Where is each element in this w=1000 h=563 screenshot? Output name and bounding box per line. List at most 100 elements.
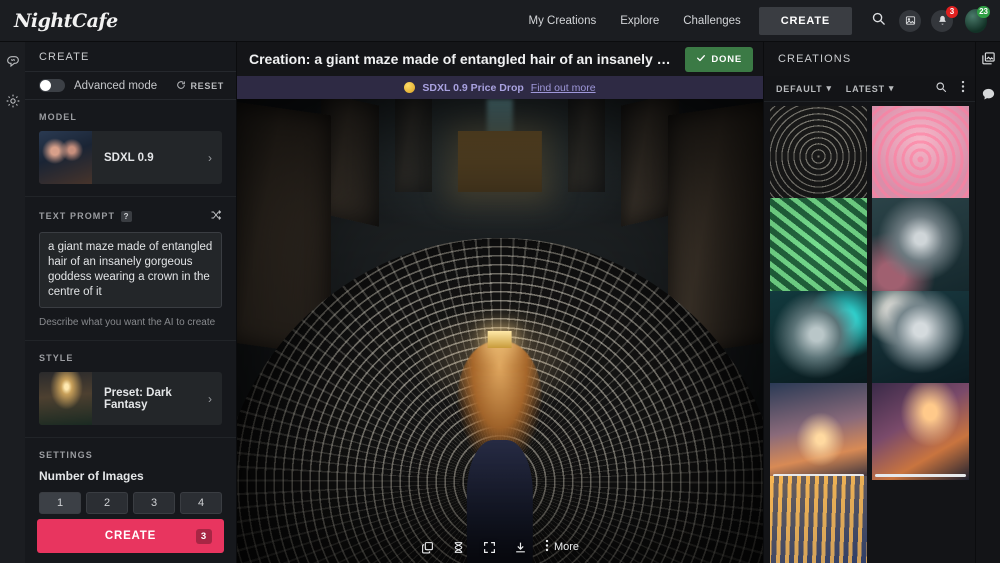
creation-thumbnail[interactable] bbox=[770, 475, 867, 563]
sort-dropdown[interactable]: LATEST ▾ bbox=[846, 83, 894, 94]
help-icon[interactable]: ? bbox=[121, 210, 133, 222]
nav-explore[interactable]: Explore bbox=[608, 15, 671, 27]
gallery-button[interactable] bbox=[897, 8, 923, 34]
creations-panel: CREATIONS DEFAULT ▾ LATEST ▾ bbox=[763, 42, 975, 563]
advanced-mode-label: Advanced mode bbox=[74, 79, 158, 92]
generated-artwork bbox=[237, 99, 763, 563]
app-logo[interactable]: NightCafe bbox=[14, 10, 118, 32]
check-icon bbox=[696, 53, 706, 66]
search-button[interactable] bbox=[865, 8, 891, 34]
reset-button[interactable]: RESET bbox=[176, 80, 224, 92]
notifications-button[interactable]: 3 bbox=[929, 5, 958, 34]
chat-bubble-icon[interactable] bbox=[981, 87, 996, 107]
top-bar: NightCafe My Creations Explore Challenge… bbox=[0, 0, 1000, 42]
page-title: Creation: a giant maze made of entangled… bbox=[249, 51, 676, 67]
text-prompt-input[interactable]: a giant maze made of entangled hair of a… bbox=[39, 232, 222, 308]
style-value: Preset: Dark Fantasy bbox=[104, 386, 172, 411]
creation-thumbnail[interactable] bbox=[770, 290, 867, 388]
creation-thumbnail[interactable] bbox=[770, 198, 867, 296]
search-icon bbox=[935, 80, 947, 97]
toolbar-fullscreen[interactable] bbox=[483, 541, 496, 554]
number-option[interactable]: 4 bbox=[180, 492, 222, 514]
creation-thumbnail[interactable] bbox=[770, 106, 867, 203]
creation-thumbnail[interactable] bbox=[872, 198, 969, 296]
search-icon bbox=[871, 11, 886, 31]
style-section: STYLE Preset: Dark Fantasy › bbox=[25, 341, 236, 438]
text-prompt-section: TEXT PROMPT ? a giant maze made of entan… bbox=[25, 197, 236, 341]
creation-header: Creation: a giant maze made of entangled… bbox=[237, 42, 763, 76]
creation-thumbnail[interactable] bbox=[872, 106, 969, 203]
creation-thumbnail[interactable] bbox=[770, 383, 867, 481]
toolbar-duplicate[interactable] bbox=[421, 541, 434, 554]
done-button[interactable]: DONE bbox=[685, 46, 753, 72]
creation-canvas[interactable]: More bbox=[237, 99, 763, 563]
number-option[interactable]: 1 bbox=[39, 492, 81, 514]
text-prompt-hint: Describe what you want the AI to create bbox=[39, 317, 216, 328]
nightcafe-app: NightCafe My Creations Explore Challenge… bbox=[0, 0, 1000, 563]
model-thumbnail bbox=[39, 131, 92, 184]
promo-text: SDXL 0.9 Price Drop bbox=[422, 81, 524, 94]
model-selector[interactable]: SDXL 0.9 › bbox=[39, 131, 222, 184]
notification-badge: 3 bbox=[946, 5, 958, 18]
number-option[interactable]: 2 bbox=[86, 492, 128, 514]
nav-my-creations[interactable]: My Creations bbox=[516, 15, 608, 27]
progress-bar bbox=[875, 474, 966, 478]
create-sidebar: CREATE Advanced mode RESET MODEL SDXL 0.… bbox=[25, 42, 237, 563]
style-section-label: STYLE bbox=[39, 353, 74, 363]
settings-section-label: SETTINGS bbox=[39, 450, 93, 460]
shuffle-icon[interactable] bbox=[210, 209, 222, 223]
creation-thumbnail[interactable] bbox=[872, 290, 969, 388]
canvas-toolbar: More bbox=[237, 539, 763, 555]
right-icon-rail bbox=[975, 42, 1000, 563]
create-button-topbar[interactable]: CREATE bbox=[758, 6, 852, 35]
chevron-right-icon: › bbox=[208, 150, 212, 165]
brain-chat-icon[interactable] bbox=[5, 54, 21, 75]
style-thumbnail bbox=[39, 372, 92, 425]
create-credits-badge: 3 bbox=[195, 528, 212, 544]
toolbar-more-label: More bbox=[553, 541, 580, 553]
creations-search-button[interactable] bbox=[935, 80, 947, 98]
credits-badge: 23 bbox=[977, 5, 990, 18]
promo-link[interactable]: Find out more bbox=[531, 82, 596, 94]
style-selector[interactable]: Preset: Dark Fantasy › bbox=[39, 372, 222, 425]
advanced-mode-row: Advanced mode RESET bbox=[25, 71, 236, 100]
creations-title: CREATIONS bbox=[764, 42, 975, 76]
filter-dropdown[interactable]: DEFAULT ▾ bbox=[776, 83, 832, 94]
number-of-images-options: 1 2 3 4 bbox=[39, 492, 222, 514]
toolbar-download[interactable] bbox=[514, 541, 527, 554]
app-body: CREATE Advanced mode RESET MODEL SDXL 0.… bbox=[0, 42, 1000, 563]
number-of-images-label: Number of Images bbox=[39, 469, 144, 483]
creations-filter-bar: DEFAULT ▾ LATEST ▾ bbox=[764, 76, 975, 102]
main-panel: Creation: a giant maze made of entangled… bbox=[237, 42, 763, 563]
more-vertical-icon bbox=[961, 80, 965, 97]
user-avatar-button[interactable]: 23 bbox=[961, 5, 990, 34]
chevron-down-icon: ▾ bbox=[888, 83, 895, 93]
toolbar-more[interactable]: More bbox=[545, 539, 579, 555]
coin-icon bbox=[404, 82, 416, 93]
stacked-images-icon[interactable] bbox=[981, 51, 996, 71]
gear-icon[interactable] bbox=[5, 93, 21, 114]
promo-banner: SDXL 0.9 Price Drop Find out more bbox=[237, 76, 763, 99]
creation-thumbnail[interactable] bbox=[872, 383, 969, 481]
model-section-label: MODEL bbox=[39, 112, 77, 122]
creations-grid bbox=[764, 102, 975, 563]
advanced-mode-toggle[interactable] bbox=[39, 79, 65, 92]
model-section: MODEL SDXL 0.9 › bbox=[25, 100, 236, 197]
create-button[interactable]: CREATE 3 bbox=[37, 519, 224, 553]
left-icon-rail bbox=[0, 42, 25, 563]
top-navigation: My Creations Explore Challenges CREATE 3… bbox=[516, 5, 990, 35]
done-label: DONE bbox=[711, 53, 742, 65]
nav-challenges[interactable]: Challenges bbox=[671, 15, 753, 27]
text-prompt-label: TEXT PROMPT ? bbox=[39, 209, 222, 223]
reset-label: RESET bbox=[190, 80, 224, 91]
creations-menu-button[interactable] bbox=[961, 80, 965, 98]
create-button-label: CREATE bbox=[104, 530, 157, 542]
refresh-icon bbox=[176, 80, 186, 92]
image-icon bbox=[899, 9, 921, 32]
more-dots-icon bbox=[545, 539, 549, 555]
chevron-down-icon: ▾ bbox=[826, 83, 832, 93]
sidebar-title: CREATE bbox=[39, 50, 90, 63]
toolbar-evolve[interactable] bbox=[452, 541, 465, 554]
chevron-right-icon: › bbox=[208, 391, 212, 406]
number-option[interactable]: 3 bbox=[133, 492, 175, 514]
